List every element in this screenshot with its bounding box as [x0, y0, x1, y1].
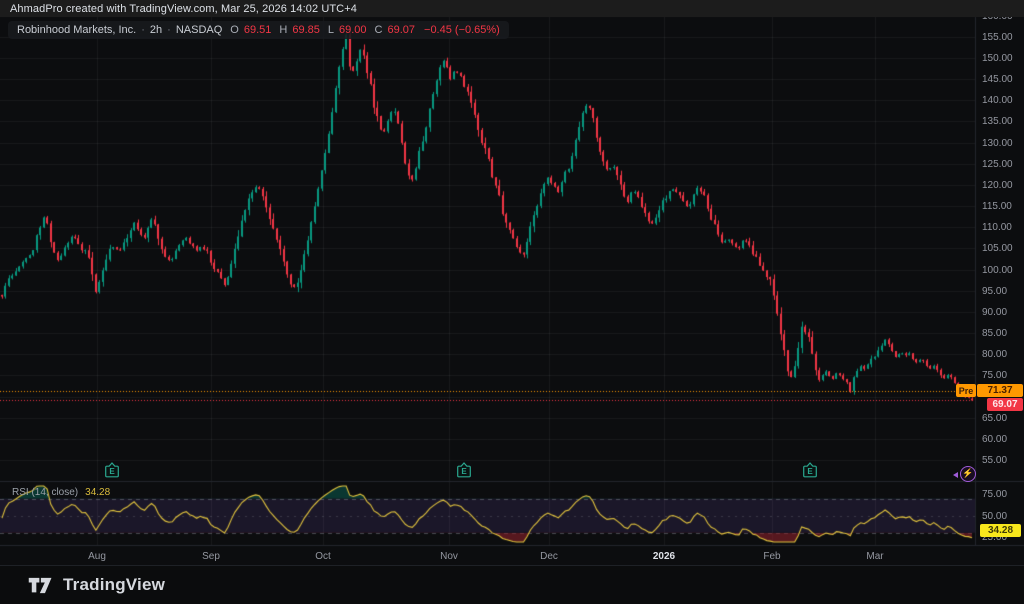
price-tick-label: 55.00 — [982, 455, 1024, 466]
high-label: H — [279, 24, 287, 36]
close-value: 69.07 — [387, 24, 415, 36]
lightning-icon: ⚡ — [960, 466, 976, 482]
close-label: C — [375, 24, 383, 36]
premarket-price-label: 71.37 — [977, 384, 1023, 397]
price-tick-label: 135.00 — [982, 116, 1024, 127]
legend-interval: 2h — [150, 24, 162, 36]
footer-bar: TradingView — [0, 565, 1024, 604]
watermark-text: AhmadPro created with TradingView.com, M… — [10, 3, 357, 15]
price-tick-label: 140.00 — [982, 95, 1024, 106]
price-tick-label: 85.00 — [982, 328, 1024, 339]
legend-exchange: NASDAQ — [176, 24, 222, 36]
arrow-left-icon — [953, 472, 958, 478]
last-price-label: 69.07 — [987, 398, 1023, 411]
price-tick-label: 110.00 — [982, 222, 1024, 233]
time-tick-label: Feb — [763, 551, 780, 562]
high-value: 69.85 — [292, 24, 320, 36]
price-tick-label: 150.00 — [982, 53, 1024, 64]
low-value: 69.00 — [339, 24, 367, 36]
earnings-icon[interactable]: E — [803, 462, 818, 478]
legend-separator: · — [167, 24, 171, 36]
price-tick-label: 100.00 — [982, 265, 1024, 276]
time-tick-label: Mar — [866, 551, 883, 562]
legend-separator: · — [141, 24, 145, 36]
price-tick-label: 60.00 — [982, 434, 1024, 445]
svg-text:E: E — [807, 467, 813, 476]
price-tick-label: 105.00 — [982, 243, 1024, 254]
time-tick-label: Oct — [315, 551, 331, 562]
time-tick-label: Nov — [440, 551, 458, 562]
price-tick-label: 125.00 — [982, 159, 1024, 170]
open-label: O — [230, 24, 239, 36]
watermark-bar: AhmadPro created with TradingView.com, M… — [0, 0, 1024, 17]
time-tick-label: 2026 — [653, 551, 675, 562]
rsi-value-label: 34.28 — [980, 524, 1021, 537]
time-tick-label: Dec — [540, 551, 558, 562]
price-tick-label: 130.00 — [982, 138, 1024, 149]
price-tick-label: 90.00 — [982, 307, 1024, 318]
time-tick-label: Aug — [88, 551, 106, 562]
price-tick-label: 155.00 — [982, 32, 1024, 43]
change-value: −0.45 (−0.65%) — [424, 24, 500, 36]
price-tick-label: 75.00 — [982, 370, 1024, 381]
rsi-indicator-legend[interactable]: RSI (14, close) 34.28 — [12, 487, 110, 498]
tradingview-chart-window: AhmadPro created with TradingView.com, M… — [0, 0, 1024, 604]
svg-text:E: E — [109, 467, 115, 476]
rsi-tick-label: 75.00 — [982, 489, 1024, 500]
low-label: L — [328, 24, 334, 36]
tradingview-logo-icon[interactable] — [28, 575, 53, 596]
price-tick-label: 65.00 — [982, 413, 1024, 424]
price-tick-label: 80.00 — [982, 349, 1024, 360]
earnings-icon[interactable]: E — [105, 462, 120, 478]
price-tick-label: 95.00 — [982, 286, 1024, 297]
svg-text:E: E — [461, 467, 467, 476]
symbol-legend[interactable]: Robinhood Markets, Inc. · 2h · NASDAQ O … — [8, 21, 509, 39]
rsi-tick-label: 50.00 — [982, 511, 1024, 522]
time-tick-label: Sep — [202, 551, 220, 562]
tradingview-brand-text[interactable]: TradingView — [63, 575, 165, 595]
rsi-legend-title: RSI (14, close) — [12, 487, 78, 498]
price-tick-label: 120.00 — [982, 180, 1024, 191]
legend-symbol: Robinhood Markets, Inc. — [17, 24, 136, 36]
rsi-legend-value: 34.28 — [85, 487, 110, 498]
candlestick-chart-canvas[interactable] — [0, 0, 1024, 604]
events-flash-icon[interactable]: ⚡ — [950, 466, 976, 483]
price-tick-label: 145.00 — [982, 74, 1024, 85]
price-tick-label: 115.00 — [982, 201, 1024, 212]
premarket-badge: Pre — [956, 384, 976, 397]
open-value: 69.51 — [244, 24, 272, 36]
earnings-icon[interactable]: E — [457, 462, 472, 478]
